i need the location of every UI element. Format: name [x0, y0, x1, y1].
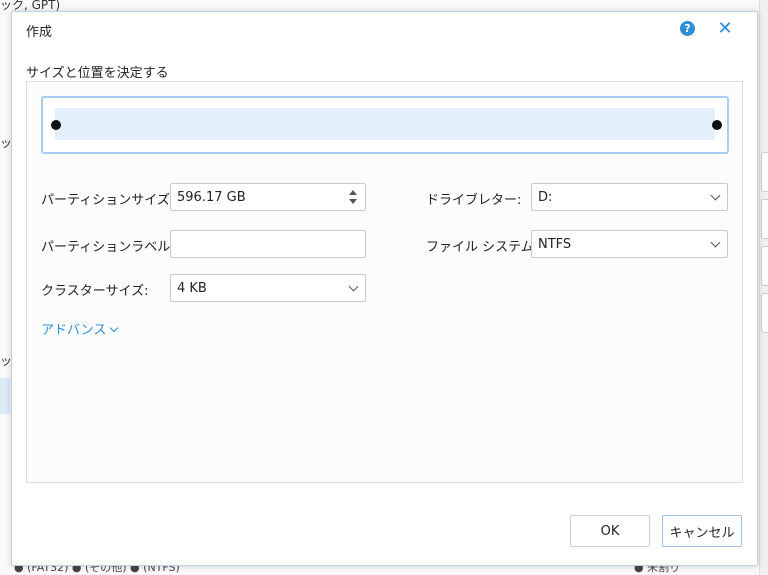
cluster-size-select[interactable]: 4 KB	[170, 274, 366, 302]
advanced-toggle[interactable]: アドバンス	[41, 319, 119, 338]
partition-size-bar[interactable]	[41, 96, 729, 154]
partition-label-input[interactable]	[170, 230, 366, 258]
chevron-down-icon	[710, 237, 721, 248]
ok-button[interactable]: OK	[570, 515, 650, 547]
file-system-value: NTFS	[538, 236, 572, 252]
cancel-button[interactable]: キャンセル	[662, 515, 742, 547]
drive-letter-label: ドライブレター:	[426, 193, 522, 208]
create-partition-dialog: 作成 ? ✕ サイズと位置を決定する パーティションサイズ: 596.17 GB…	[11, 11, 758, 566]
background-side-button	[761, 293, 768, 333]
background-side-button	[761, 199, 768, 239]
spinner-arrows-icon[interactable]	[349, 190, 357, 206]
help-icon[interactable]: ?	[680, 21, 695, 36]
background-side-button	[761, 152, 768, 192]
partition-size-value: 596.17 GB	[177, 189, 246, 205]
partition-label-label: パーティションラベル:	[41, 240, 175, 255]
advanced-label: アドバンス	[41, 323, 107, 338]
chevron-down-icon	[710, 190, 721, 201]
background-selected-row	[0, 378, 10, 414]
section-label: サイズと位置を決定する	[26, 66, 169, 81]
partition-fill	[55, 108, 715, 140]
chevron-down-icon	[110, 323, 119, 333]
chevron-down-icon	[348, 281, 359, 292]
file-system-select[interactable]: NTFS	[531, 230, 728, 258]
background-side-button	[761, 246, 768, 286]
drive-letter-select[interactable]: D:	[531, 183, 728, 211]
cluster-size-value: 4 KB	[177, 280, 207, 296]
cluster-size-label: クラスターサイズ:	[41, 284, 149, 299]
settings-panel: パーティションサイズ: 596.17 GB パーティションラベル: クラスターサ…	[26, 81, 743, 483]
left-resize-handle[interactable]	[51, 120, 61, 130]
file-system-label: ファイル システム:	[426, 240, 539, 255]
partition-size-input[interactable]: 596.17 GB	[170, 183, 366, 211]
right-resize-handle[interactable]	[712, 120, 722, 130]
partition-size-label: パーティションサイズ:	[41, 193, 175, 208]
drive-letter-value: D:	[538, 189, 553, 205]
close-icon[interactable]: ✕	[716, 18, 734, 39]
background-side-panel	[759, 0, 768, 574]
dialog-title: 作成	[26, 25, 53, 40]
